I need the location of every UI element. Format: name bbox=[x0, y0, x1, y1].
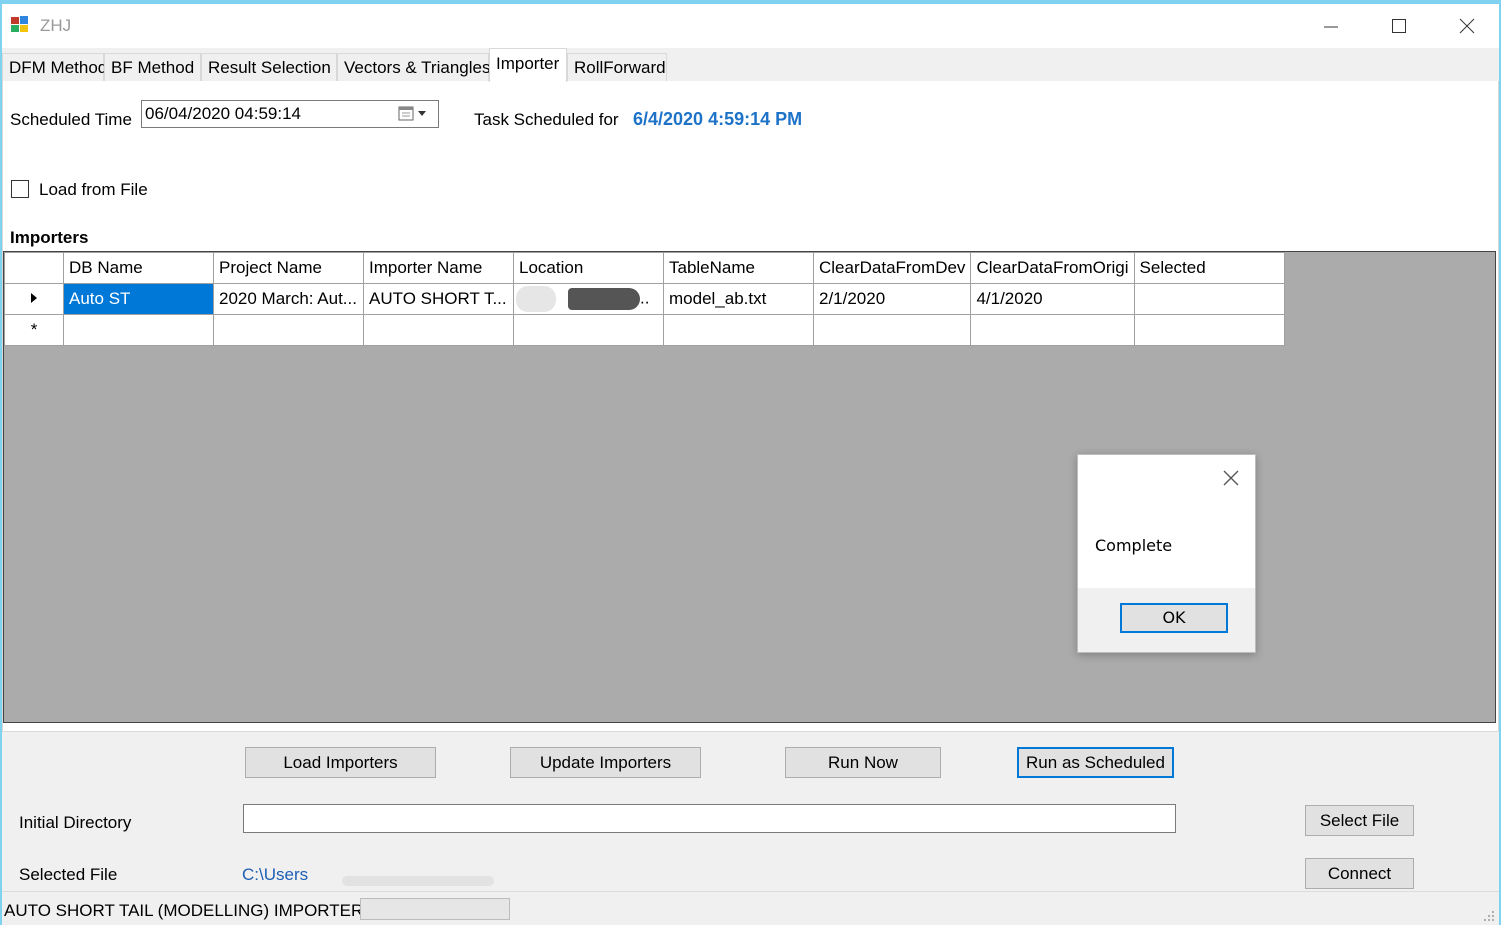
column-header-cleardatafromdev[interactable]: ClearDataFromDev bbox=[812, 252, 972, 284]
load-from-file-label: Load from File bbox=[39, 180, 148, 199]
current-row-arrow-icon bbox=[31, 293, 37, 303]
scheduled-time-picker[interactable]: 06/04/2020 04:59:14 bbox=[141, 100, 439, 128]
load-from-file-checkbox[interactable] bbox=[11, 180, 29, 198]
column-header-project-name[interactable]: Project Name bbox=[213, 252, 364, 284]
title-bar: ZHJ bbox=[2, 4, 1499, 48]
tab-vectors-triangles[interactable]: Vectors & Triangles bbox=[337, 53, 490, 81]
cell-project-name[interactable]: 2020 March: Aut... bbox=[213, 283, 364, 315]
new-cell[interactable] bbox=[63, 314, 214, 346]
maximize-button[interactable] bbox=[1365, 4, 1433, 48]
select-file-button[interactable]: Select File bbox=[1305, 805, 1414, 836]
tab-result-selection[interactable]: Result Selection bbox=[201, 53, 337, 81]
app-icon bbox=[11, 16, 28, 32]
importers-heading: Importers bbox=[10, 228, 89, 247]
tab-importer[interactable]: Importer bbox=[489, 48, 567, 82]
cell-location-text: .. bbox=[640, 288, 650, 308]
selected-file-label: Selected File bbox=[19, 865, 118, 884]
minimize-button[interactable] bbox=[1297, 4, 1365, 48]
scheduled-time-value: 06/04/2020 04:59:14 bbox=[145, 104, 301, 123]
task-scheduled-value: 6/4/2020 4:59:14 PM bbox=[633, 109, 803, 129]
row-header[interactable] bbox=[4, 283, 64, 315]
dialog-message: Complete bbox=[1095, 536, 1173, 555]
column-header-importer-name[interactable]: Importer Name bbox=[363, 252, 514, 284]
redacted-region bbox=[568, 288, 640, 310]
new-cell[interactable] bbox=[970, 314, 1135, 346]
new-cell[interactable] bbox=[213, 314, 364, 346]
new-cell[interactable] bbox=[1133, 314, 1285, 346]
initial-directory-label: Initial Directory bbox=[19, 813, 132, 832]
close-button[interactable] bbox=[1433, 4, 1499, 48]
maximize-icon bbox=[1392, 19, 1406, 33]
task-scheduled-label: Task Scheduled for bbox=[474, 110, 619, 129]
grid-corner-header[interactable] bbox=[4, 252, 64, 284]
grid-header-row: DB Name Project Name Importer Name Locat… bbox=[4, 252, 1285, 284]
tab-strip: DFM Method BF Method Result Selection Ve… bbox=[2, 48, 1499, 82]
table-row[interactable]: Auto ST 2020 March: Aut... AUTO SHORT T.… bbox=[4, 283, 1285, 315]
connect-button[interactable]: Connect bbox=[1305, 858, 1414, 889]
cell-location[interactable]: .. bbox=[513, 283, 664, 315]
tab-dfm-method[interactable]: DFM Method bbox=[2, 53, 107, 81]
run-now-button[interactable]: Run Now bbox=[785, 747, 941, 778]
cell-tablename[interactable]: model_ab.txt bbox=[663, 283, 814, 315]
column-header-db-name[interactable]: DB Name bbox=[63, 252, 214, 284]
calendar-icon bbox=[398, 106, 426, 121]
new-cell[interactable] bbox=[812, 314, 972, 346]
cell-selected[interactable] bbox=[1133, 283, 1285, 315]
status-bar: AUTO SHORT TAIL (MODELLING) IMPORTER bbox=[2, 891, 1499, 925]
redacted-region bbox=[342, 876, 494, 886]
column-header-cleardatafromorigi[interactable]: ClearDataFromOrigi bbox=[970, 252, 1135, 284]
tab-bf-method[interactable]: BF Method bbox=[104, 53, 201, 81]
redacted-region bbox=[516, 286, 556, 312]
update-importers-button[interactable]: Update Importers bbox=[510, 747, 701, 778]
resize-grip-icon[interactable] bbox=[1481, 908, 1495, 922]
new-row-marker[interactable]: * bbox=[4, 314, 64, 346]
column-header-location[interactable]: Location bbox=[513, 252, 664, 284]
cell-cleardatafromorigi[interactable]: 4/1/2020 bbox=[970, 283, 1135, 315]
minimize-icon bbox=[1324, 26, 1338, 28]
cell-db-name[interactable]: Auto ST bbox=[63, 283, 214, 315]
column-header-tablename[interactable]: TableName bbox=[663, 252, 814, 284]
selected-file-path: C:\Users bbox=[242, 865, 309, 884]
status-text: AUTO SHORT TAIL (MODELLING) IMPORTER bbox=[4, 901, 364, 920]
scheduled-time-label: Scheduled Time bbox=[10, 110, 132, 129]
calendar-dropdown-button[interactable] bbox=[398, 105, 432, 123]
dialog-close-icon[interactable] bbox=[1219, 466, 1243, 490]
complete-dialog: Complete OK bbox=[1077, 454, 1256, 653]
dialog-ok-button[interactable]: OK bbox=[1120, 603, 1228, 633]
run-as-scheduled-button[interactable]: Run as Scheduled bbox=[1017, 747, 1174, 778]
initial-directory-input[interactable] bbox=[243, 804, 1176, 833]
new-cell[interactable] bbox=[513, 314, 664, 346]
cell-importer-name[interactable]: AUTO SHORT T... bbox=[363, 283, 514, 315]
new-cell[interactable] bbox=[363, 314, 514, 346]
new-row[interactable]: * bbox=[4, 314, 1285, 346]
cell-cleardatafromdev[interactable]: 2/1/2020 bbox=[812, 283, 972, 315]
close-icon bbox=[1459, 18, 1475, 34]
importers-grid[interactable]: DB Name Project Name Importer Name Locat… bbox=[3, 251, 1496, 723]
app-window: ZHJ DFM Method BF Method Result Selectio… bbox=[2, 4, 1499, 925]
column-header-selected[interactable]: Selected bbox=[1133, 252, 1285, 284]
importers-table: DB Name Project Name Importer Name Locat… bbox=[4, 252, 1285, 346]
new-cell[interactable] bbox=[663, 314, 814, 346]
window-title: ZHJ bbox=[40, 16, 72, 35]
status-progress-bar bbox=[360, 898, 510, 920]
load-importers-button[interactable]: Load Importers bbox=[245, 747, 436, 778]
tab-rollforward[interactable]: RollForward bbox=[567, 53, 667, 81]
